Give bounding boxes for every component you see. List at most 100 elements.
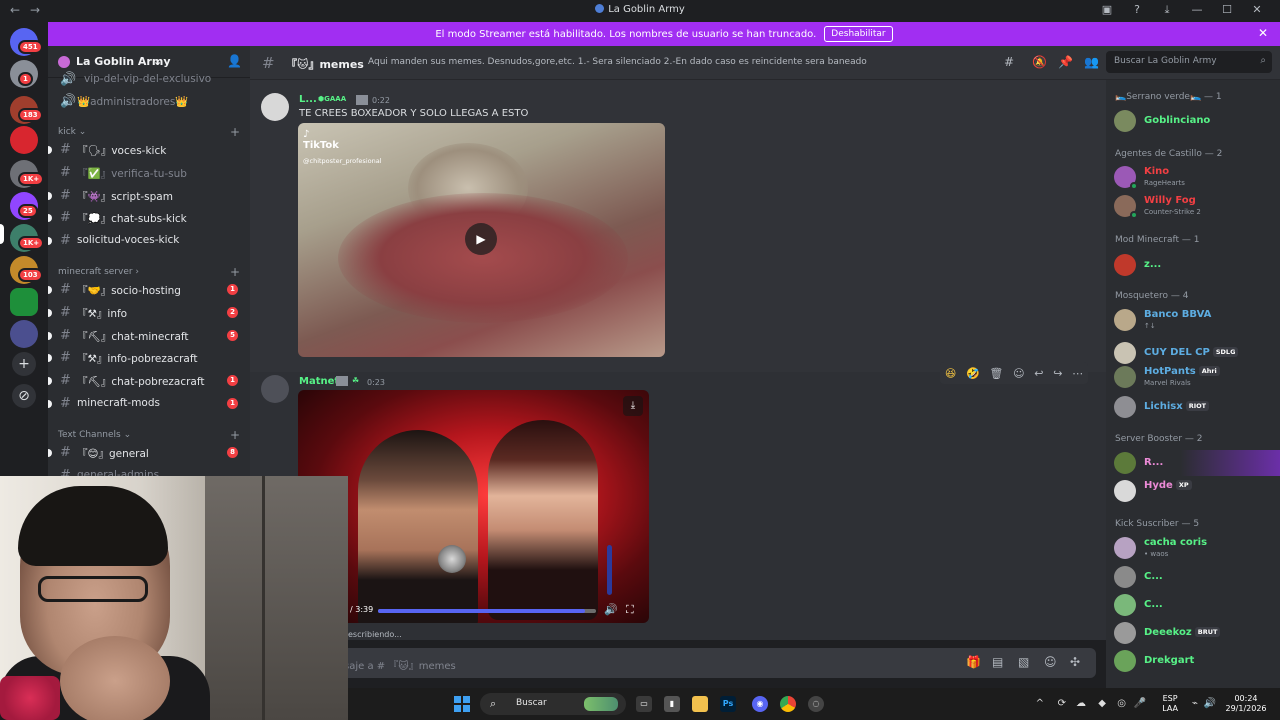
chevron-up-icon[interactable]: ^ — [1036, 698, 1044, 709]
channel-topic[interactable]: Aqui manden sus memes. Desnudos,gore,etc… — [368, 57, 868, 67]
member-item[interactable]: Deeekoz BRUT — [1114, 620, 1280, 646]
disable-streamer-button[interactable]: Deshabilitar — [824, 26, 893, 42]
message-author[interactable]: L... — [299, 94, 317, 105]
add-channel-icon[interactable]: + — [230, 125, 240, 139]
channel-general[interactable]: # 『😊』general 8 — [48, 443, 250, 463]
emoji-icon[interactable]: ☺ — [1044, 655, 1057, 669]
server-icon-3[interactable] — [10, 126, 38, 154]
close-icon[interactable]: ✕ — [1258, 26, 1268, 40]
clock[interactable]: 00:24 29/1/2026 — [1222, 694, 1270, 714]
pinned-icon[interactable]: 📌 — [1058, 55, 1073, 69]
volume-icon[interactable]: 🔊 — [604, 603, 618, 616]
channel-vip[interactable]: 🔊 vip-del-vip-del-exclusivo — [48, 70, 250, 90]
add-server-icon[interactable]: + — [12, 352, 36, 376]
chrome-icon[interactable] — [780, 696, 796, 712]
reaction-icon[interactable]: 😆 — [945, 367, 956, 380]
channel-socio-hosting[interactable]: # 『🤝』socio-hosting 1 — [48, 280, 250, 300]
category-kick[interactable]: kick ⌄ + — [58, 125, 240, 139]
member-item[interactable]: CUY DEL CP SDLG — [1114, 340, 1280, 366]
video-frame — [488, 420, 598, 620]
app-icon[interactable]: ▮ — [664, 696, 680, 712]
language-indicator[interactable]: ESP LAA — [1162, 694, 1178, 714]
minimize-button[interactable]: — — [1182, 3, 1212, 17]
volume-slider[interactable] — [607, 545, 612, 595]
gift-icon[interactable]: 🎁 — [966, 655, 981, 669]
download-icon[interactable]: ⤓ — [1152, 3, 1182, 17]
invite-people-icon[interactable]: 👤 — [227, 54, 242, 68]
play-icon[interactable]: ▶ — [465, 223, 497, 255]
member-item[interactable]: Hyde XP — [1114, 478, 1280, 504]
search-input[interactable]: Buscar La Goblin Army ⌕ — [1106, 51, 1272, 73]
video-attachment[interactable]: ⤓ / 3:39 🔊 ⛶ — [298, 390, 649, 623]
channel-minecraft-mods[interactable]: # minecraft-mods 1 — [48, 394, 250, 414]
forward-icon[interactable]: ↪ — [1053, 367, 1062, 380]
onedrive-icon[interactable]: ☁ — [1076, 698, 1086, 709]
channel-voces-kick[interactable]: # 『🗣』voces-kick — [48, 140, 250, 160]
server-icon-7[interactable] — [10, 288, 38, 316]
video-attachment[interactable]: ♪ TikTok @chitposter_profesional ▶ — [298, 123, 665, 357]
member-item[interactable]: Drekgart — [1114, 648, 1280, 674]
inbox-icon[interactable]: ▣ — [1092, 3, 1122, 17]
microphone-icon[interactable]: 🎤 — [1134, 698, 1146, 709]
download-icon[interactable]: ⤓ — [623, 396, 643, 416]
close-button[interactable]: ✕ — [1242, 3, 1272, 17]
reaction-icon[interactable]: 🤣 — [966, 367, 980, 380]
channel-chat-minecraft[interactable]: # 『⛏』chat-minecraft 5 — [48, 326, 250, 346]
member-item[interactable]: z... — [1114, 252, 1280, 278]
member-item[interactable]: HotPants Ahri Marvel Rivals — [1114, 364, 1280, 390]
discord-taskbar-icon[interactable]: ◉ — [752, 696, 768, 712]
member-item[interactable]: C... — [1114, 564, 1280, 590]
taskbar-search[interactable]: ⌕ Buscar — [480, 693, 626, 715]
channel-script-spam[interactable]: # 『👾』script-spam — [48, 186, 250, 206]
category-minecraft[interactable]: minecraft server › + — [58, 265, 240, 279]
category-text-channels[interactable]: Text Channels ⌄ + — [58, 428, 240, 442]
member-item[interactable]: Goblinciano — [1114, 108, 1280, 134]
video-progress-bar[interactable] — [378, 609, 596, 613]
channel-info-pobrezacraft[interactable]: # 『⚒』info-pobrezacraft — [48, 348, 250, 368]
volume-icon[interactable]: 🔊 — [1204, 698, 1216, 709]
threads-icon[interactable]: # — [1004, 55, 1014, 69]
file-explorer-icon[interactable] — [692, 696, 708, 712]
add-reaction-icon[interactable]: ☺ — [1013, 367, 1024, 380]
tray-app-icon[interactable]: ◎ — [1117, 698, 1126, 709]
channel-verifica-tu-sub[interactable]: # 『✅』verifica-tu-sub — [48, 163, 250, 183]
tray-app-icon[interactable]: ◆ — [1098, 698, 1106, 709]
tray-app-icon[interactable]: ⟳ — [1058, 698, 1066, 709]
message-author[interactable]: Matnet — [299, 376, 339, 387]
gif-icon[interactable]: ▤ — [992, 655, 1003, 669]
member-item[interactable]: Banco BBVA ↑↓ — [1114, 307, 1280, 333]
avatar[interactable] — [261, 93, 289, 121]
channel-info[interactable]: # 『⚒』info 2 — [48, 303, 250, 323]
help-icon[interactable]: ? — [1122, 3, 1152, 17]
sticker-icon[interactable]: ▧ — [1018, 655, 1029, 669]
channel-solicitud-voces-kick[interactable]: # solicitud-voces-kick — [48, 231, 250, 251]
channel-chat-subs-kick[interactable]: # 『💭』chat-subs-kick — [48, 208, 250, 228]
member-item[interactable]: C... — [1114, 592, 1280, 618]
member-item[interactable]: R... — [1114, 450, 1280, 476]
add-channel-icon[interactable]: + — [230, 265, 240, 279]
member-item[interactable]: Lichisx RIOT — [1114, 394, 1280, 420]
server-icon-8[interactable] — [10, 320, 38, 348]
reaction-icon[interactable]: 🗑 — [989, 367, 1003, 380]
add-channel-icon[interactable]: + — [230, 428, 240, 442]
network-icon[interactable]: ⌁ — [1192, 698, 1198, 709]
member-item[interactable]: cacha coris • waos — [1114, 535, 1280, 561]
apps-icon[interactable]: ✣ — [1070, 655, 1080, 669]
task-view-icon[interactable]: ▭ — [636, 696, 652, 712]
app-icon[interactable]: ◌ — [808, 696, 824, 712]
maximize-button[interactable]: ☐ — [1212, 3, 1242, 17]
photoshop-icon[interactable]: Ps — [720, 696, 736, 712]
reply-icon[interactable]: ↩ — [1034, 367, 1043, 380]
channel-administradores[interactable]: 🔊 👑administradores👑 — [48, 92, 250, 112]
avatar[interactable] — [261, 375, 289, 403]
windows-start-icon[interactable] — [454, 696, 470, 712]
member-item[interactable]: Kino RageHearts — [1114, 164, 1280, 190]
discover-icon[interactable]: ⊘ — [12, 384, 36, 408]
notifications-icon[interactable]: 🔕 — [1032, 55, 1047, 69]
fullscreen-icon[interactable]: ⛶ — [626, 603, 634, 617]
channel-chat-pobrezacraft[interactable]: # 『⛏』chat-pobrezacraft 1 — [48, 371, 250, 391]
more-icon[interactable]: ⋯ — [1072, 367, 1083, 380]
member-list-icon[interactable]: 👥 — [1084, 55, 1099, 69]
member-item[interactable]: Willy Fog Counter-Strike 2 — [1114, 193, 1280, 219]
message-composer[interactable]: saje a # 『🐱』memes 🎁 ▤ ▧ ☺ ✣ — [262, 648, 1096, 678]
